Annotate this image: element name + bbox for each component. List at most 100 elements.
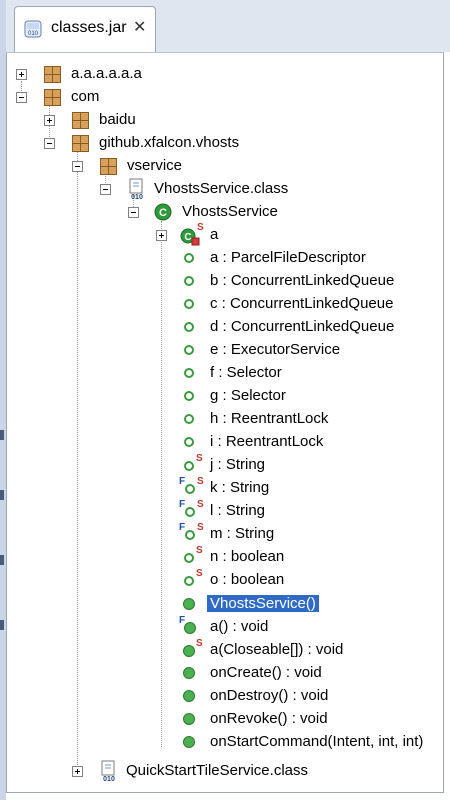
expand-icon[interactable] <box>16 69 27 80</box>
package-icon <box>44 89 61 106</box>
class-file-icon: 010 <box>129 178 143 200</box>
svg-text:C: C <box>159 207 167 219</box>
package-label: baidu <box>99 111 136 128</box>
field-label: l : String <box>210 502 266 519</box>
class-file-label: VhostsService.class <box>154 180 289 197</box>
field-label: a : ParcelFileDescriptor <box>210 249 366 266</box>
expand-icon[interactable] <box>156 230 167 241</box>
class-icon: C <box>154 203 172 221</box>
field-icon <box>184 299 194 309</box>
svg-text:010: 010 <box>131 194 143 200</box>
static-marker: S <box>196 453 203 464</box>
tree-item-static-final-field[interactable]: F S k : String <box>7 476 437 500</box>
tree-item-static-final-field[interactable]: F S l : String <box>7 499 437 523</box>
method-label: onStartCommand(Intent, int, int) <box>210 733 424 750</box>
field-icon <box>184 253 194 263</box>
field-icon <box>184 461 194 471</box>
collapse-icon[interactable] <box>72 161 83 172</box>
field-icon <box>185 484 195 494</box>
package-label: github.xfalcon.vhosts <box>99 134 240 151</box>
svg-text:010: 010 <box>28 31 39 37</box>
edge-marker <box>0 430 4 440</box>
method-icon <box>183 690 195 702</box>
collapse-icon[interactable] <box>128 207 139 218</box>
field-label: i : ReentrantLock <box>210 433 324 450</box>
field-icon <box>184 414 194 424</box>
edge-marker <box>0 620 4 630</box>
static-marker: S <box>196 638 203 649</box>
tab-classes-jar[interactable]: 010 classes.jar ✕ <box>14 6 156 52</box>
method-icon <box>184 622 196 634</box>
tree-item-field[interactable]: b : ConcurrentLinkedQueue <box>7 270 437 293</box>
edge-marker <box>0 490 4 500</box>
field-icon <box>184 276 194 286</box>
tree-item-method[interactable]: onDestroy() : void <box>7 685 437 708</box>
tree-item-package-com[interactable]: com <box>7 86 437 109</box>
tree-item-static-field[interactable]: S j : String <box>7 453 437 477</box>
tree-item-static-field[interactable]: S n : boolean <box>7 545 437 569</box>
edge-marker <box>0 555 4 565</box>
tree-item-class[interactable]: C VhostsService <box>7 201 437 224</box>
expand-icon[interactable] <box>44 115 55 126</box>
method-label: VhostsService() <box>207 595 319 612</box>
tree-item-static-field[interactable]: S o : boolean <box>7 568 437 592</box>
tree-item-package-aaaaaa[interactable]: a.a.a.a.a.a <box>7 63 437 86</box>
tree-item-static-method[interactable]: S a(Closeable[]) : void <box>7 638 437 662</box>
field-icon <box>184 576 194 586</box>
final-marker: F <box>179 499 186 510</box>
method-label: onRevoke() : void <box>210 710 328 727</box>
static-marker: S <box>196 568 203 579</box>
jar-file-icon: 010 <box>24 20 42 38</box>
collapse-icon[interactable] <box>16 92 27 103</box>
tree-item-field[interactable]: f : Selector <box>7 362 437 385</box>
expand-icon[interactable] <box>72 766 83 777</box>
tree-item-field[interactable]: h : ReentrantLock <box>7 408 437 431</box>
method-icon <box>183 645 195 657</box>
field-label: j : String <box>210 456 266 473</box>
tree-item-field[interactable]: d : ConcurrentLinkedQueue <box>7 316 437 339</box>
class-file-icon: 010 <box>101 760 115 782</box>
tree-item-class-file[interactable]: 010 QuickStartTileService.class <box>7 760 437 783</box>
tree-item-constructor-selected[interactable]: VhostsService() <box>7 593 437 616</box>
field-icon <box>184 368 194 378</box>
static-marker: S <box>197 499 204 510</box>
tree-item-class-file[interactable]: 010 VhostsService.class <box>7 178 437 201</box>
tree-item-method[interactable]: onRevoke() : void <box>7 708 437 731</box>
close-icon[interactable]: ✕ <box>133 17 146 37</box>
static-marker: S <box>197 476 204 487</box>
tree-item-field[interactable]: a : ParcelFileDescriptor <box>7 247 437 270</box>
tree-item-method[interactable]: onStartCommand(Intent, int, int) <box>7 731 443 754</box>
tree-item-field[interactable]: c : ConcurrentLinkedQueue <box>7 293 437 316</box>
field-label: e : ExecutorService <box>210 341 341 358</box>
tree-item-package-github[interactable]: github.xfalcon.vhosts <box>7 132 437 155</box>
inner-class-label: a <box>210 226 219 243</box>
collapse-icon[interactable] <box>44 138 55 149</box>
collapse-icon[interactable] <box>100 184 111 195</box>
tree-item-field[interactable]: i : ReentrantLock <box>7 431 437 454</box>
field-label: b : ConcurrentLinkedQueue <box>210 272 395 289</box>
static-marker: S <box>196 545 203 556</box>
field-label: m : String <box>210 525 275 542</box>
method-label: onCreate() : void <box>210 664 322 681</box>
tree-item-package-vservice[interactable]: vservice <box>7 155 437 178</box>
tree-item-method[interactable]: onCreate() : void <box>7 662 437 685</box>
static-marker: S <box>197 522 204 533</box>
method-label: a() : void <box>210 618 269 635</box>
tree-item-inner-class[interactable]: C S a <box>7 222 437 247</box>
package-icon <box>44 66 61 83</box>
field-icon <box>185 507 195 517</box>
tree-item-static-final-field[interactable]: F S m : String <box>7 522 437 546</box>
method-icon <box>183 736 195 748</box>
tree-item-final-method[interactable]: F a() : void <box>7 615 437 639</box>
method-icon <box>183 598 195 610</box>
field-icon <box>184 345 194 355</box>
package-label: com <box>71 88 100 105</box>
tree-item-field[interactable]: g : Selector <box>7 385 437 408</box>
field-label: k : String <box>210 479 270 496</box>
field-icon <box>184 322 194 332</box>
field-icon <box>184 437 194 447</box>
tree-item-field[interactable]: e : ExecutorService <box>7 339 437 362</box>
tree-item-package-baidu[interactable]: baidu <box>7 109 437 132</box>
field-icon <box>184 553 194 563</box>
package-icon <box>72 135 89 152</box>
